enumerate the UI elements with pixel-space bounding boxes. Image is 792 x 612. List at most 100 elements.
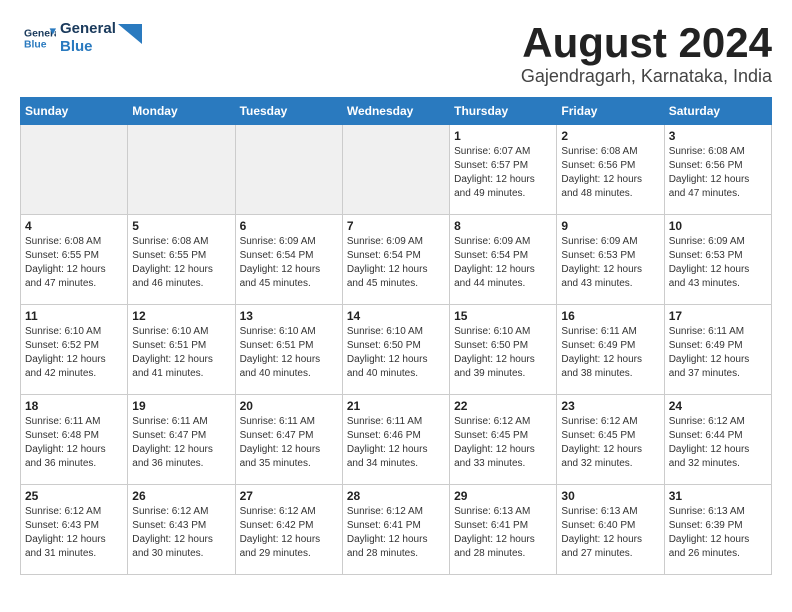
- day-number: 6: [240, 219, 338, 233]
- weekday-header-friday: Friday: [557, 98, 664, 125]
- calendar-cell: 12 Sunrise: 6:10 AMSunset: 6:51 PMDayligh…: [128, 305, 235, 395]
- day-number: 25: [25, 489, 123, 503]
- calendar-cell: 17Sunrise: 6:11 AMSunset: 6:49 PMDayligh…: [664, 305, 771, 395]
- weekday-header-wednesday: Wednesday: [342, 98, 449, 125]
- day-info: Sunrise: 6:09 AMSunset: 6:54 PMDaylight:…: [454, 235, 552, 291]
- day-number: 12: [132, 309, 230, 323]
- day-info: Sunrise: 6:12 AMSunset: 6:41 PMDaylight:…: [347, 505, 445, 561]
- weekday-header-tuesday: Tuesday: [235, 98, 342, 125]
- day-info: Sunrise: 6:12 AMSunset: 6:45 PMDaylight:…: [561, 415, 659, 471]
- location-title: Gajendragarh, Karnataka, India: [521, 66, 772, 87]
- day-number: 10: [669, 219, 767, 233]
- calendar-cell: 20 Sunrise: 6:11 AMSunset: 6:47 PMDayligh…: [235, 395, 342, 485]
- day-info: Sunrise: 6:08 AMSunset: 6:56 PMDaylight:…: [561, 145, 659, 201]
- day-number: 22: [454, 399, 552, 413]
- calendar-header: SundayMondayTuesdayWednesdayThursdayFrid…: [21, 98, 772, 125]
- day-number: 30: [561, 489, 659, 503]
- calendar-cell: 14 Sunrise: 6:10 AMSunset: 6:50 PMDayligh…: [342, 305, 449, 395]
- day-number: 15: [454, 309, 552, 323]
- calendar-cell: [128, 125, 235, 215]
- day-number: 13: [240, 309, 338, 323]
- day-number: 3: [669, 129, 767, 143]
- day-info: Sunrise: 6:10 AMSunset: 6:51 PMDaylight:…: [132, 325, 230, 381]
- day-info: Sunrise: 6:09 AMSunset: 6:53 PMDaylight:…: [669, 235, 767, 291]
- day-info: Sunrise: 6:13 AMSunset: 6:39 PMDaylight:…: [669, 505, 767, 561]
- calendar-cell: 11 Sunrise: 6:10 AMSunset: 6:52 PMDayligh…: [21, 305, 128, 395]
- day-info: Sunrise: 6:11 AMSunset: 6:49 PMDaylight:…: [561, 325, 659, 381]
- day-number: 27: [240, 489, 338, 503]
- calendar-cell: 16Sunrise: 6:11 AMSunset: 6:49 PMDayligh…: [557, 305, 664, 395]
- calendar-cell: [21, 125, 128, 215]
- day-number: 17: [669, 309, 767, 323]
- calendar-table: SundayMondayTuesdayWednesdayThursdayFrid…: [20, 97, 772, 575]
- day-number: 18: [25, 399, 123, 413]
- calendar-week-row: 1 Sunrise: 6:07 AMSunset: 6:57 PMDaylight…: [21, 125, 772, 215]
- day-info: Sunrise: 6:12 AMSunset: 6:43 PMDaylight:…: [25, 505, 123, 561]
- calendar-cell: 5 Sunrise: 6:08 AMSunset: 6:55 PMDaylight…: [128, 215, 235, 305]
- calendar-cell: 10 Sunrise: 6:09 AMSunset: 6:53 PMDayligh…: [664, 215, 771, 305]
- day-number: 20: [240, 399, 338, 413]
- svg-text:Blue: Blue: [24, 40, 47, 51]
- calendar-cell: [235, 125, 342, 215]
- day-info: Sunrise: 6:09 AMSunset: 6:53 PMDaylight:…: [561, 235, 659, 291]
- day-number: 31: [669, 489, 767, 503]
- day-info: Sunrise: 6:10 AMSunset: 6:52 PMDaylight:…: [25, 325, 123, 381]
- day-number: 1: [454, 129, 552, 143]
- calendar-cell: 2 Sunrise: 6:08 AMSunset: 6:56 PMDaylight…: [557, 125, 664, 215]
- day-number: 2: [561, 129, 659, 143]
- calendar-week-row: 11 Sunrise: 6:10 AMSunset: 6:52 PMDayligh…: [21, 305, 772, 395]
- logo-icon: General Blue: [24, 22, 56, 54]
- day-info: Sunrise: 6:10 AMSunset: 6:50 PMDaylight:…: [454, 325, 552, 381]
- calendar-cell: [342, 125, 449, 215]
- calendar-cell: 25 Sunrise: 6:12 AMSunset: 6:43 PMDayligh…: [21, 485, 128, 575]
- day-number: 23: [561, 399, 659, 413]
- logo: General Blue General Blue: [20, 20, 142, 56]
- day-number: 14: [347, 309, 445, 323]
- calendar-cell: 3 Sunrise: 6:08 AMSunset: 6:56 PMDaylight…: [664, 125, 771, 215]
- day-info: Sunrise: 6:07 AMSunset: 6:57 PMDaylight:…: [454, 145, 552, 201]
- day-number: 19: [132, 399, 230, 413]
- day-info: Sunrise: 6:10 AMSunset: 6:51 PMDaylight:…: [240, 325, 338, 381]
- day-info: Sunrise: 6:08 AMSunset: 6:55 PMDaylight:…: [25, 235, 123, 291]
- day-info: Sunrise: 6:08 AMSunset: 6:55 PMDaylight:…: [132, 235, 230, 291]
- day-info: Sunrise: 6:11 AMSunset: 6:48 PMDaylight:…: [25, 415, 123, 471]
- day-info: Sunrise: 6:13 AMSunset: 6:40 PMDaylight:…: [561, 505, 659, 561]
- calendar-cell: 30 Sunrise: 6:13 AMSunset: 6:40 PMDayligh…: [557, 485, 664, 575]
- calendar-cell: 6Sunrise: 6:09 AMSunset: 6:54 PMDaylight…: [235, 215, 342, 305]
- day-number: 4: [25, 219, 123, 233]
- calendar-cell: 9Sunrise: 6:09 AMSunset: 6:53 PMDaylight…: [557, 215, 664, 305]
- weekday-header-saturday: Saturday: [664, 98, 771, 125]
- calendar-cell: 21Sunrise: 6:11 AMSunset: 6:46 PMDayligh…: [342, 395, 449, 485]
- day-info: Sunrise: 6:12 AMSunset: 6:45 PMDaylight:…: [454, 415, 552, 471]
- weekday-header-thursday: Thursday: [450, 98, 557, 125]
- calendar-week-row: 25 Sunrise: 6:12 AMSunset: 6:43 PMDayligh…: [21, 485, 772, 575]
- page-header: General Blue General Blue August 2024 Ga…: [20, 20, 772, 87]
- calendar-cell: 23 Sunrise: 6:12 AMSunset: 6:45 PMDayligh…: [557, 395, 664, 485]
- day-number: 8: [454, 219, 552, 233]
- logo-chevron-icon: [118, 24, 142, 44]
- calendar-cell: 27Sunrise: 6:12 AMSunset: 6:42 PMDayligh…: [235, 485, 342, 575]
- day-number: 28: [347, 489, 445, 503]
- calendar-cell: 29Sunrise: 6:13 AMSunset: 6:41 PMDayligh…: [450, 485, 557, 575]
- calendar-week-row: 4 Sunrise: 6:08 AMSunset: 6:55 PMDaylight…: [21, 215, 772, 305]
- day-number: 24: [669, 399, 767, 413]
- day-number: 29: [454, 489, 552, 503]
- day-info: Sunrise: 6:10 AMSunset: 6:50 PMDaylight:…: [347, 325, 445, 381]
- calendar-cell: 13 Sunrise: 6:10 AMSunset: 6:51 PMDayligh…: [235, 305, 342, 395]
- day-info: Sunrise: 6:11 AMSunset: 6:47 PMDaylight:…: [132, 415, 230, 471]
- day-number: 5: [132, 219, 230, 233]
- calendar-cell: 1 Sunrise: 6:07 AMSunset: 6:57 PMDaylight…: [450, 125, 557, 215]
- day-number: 7: [347, 219, 445, 233]
- calendar-week-row: 18 Sunrise: 6:11 AMSunset: 6:48 PMDayligh…: [21, 395, 772, 485]
- title-section: August 2024 Gajendragarh, Karnataka, Ind…: [521, 20, 772, 87]
- day-info: Sunrise: 6:09 AMSunset: 6:54 PMDaylight:…: [347, 235, 445, 291]
- day-number: 21: [347, 399, 445, 413]
- logo-text: General Blue: [60, 20, 116, 56]
- calendar-cell: 4 Sunrise: 6:08 AMSunset: 6:55 PMDaylight…: [21, 215, 128, 305]
- day-number: 26: [132, 489, 230, 503]
- day-info: Sunrise: 6:08 AMSunset: 6:56 PMDaylight:…: [669, 145, 767, 201]
- day-info: Sunrise: 6:11 AMSunset: 6:47 PMDaylight:…: [240, 415, 338, 471]
- day-info: Sunrise: 6:12 AMSunset: 6:44 PMDaylight:…: [669, 415, 767, 471]
- day-number: 11: [25, 309, 123, 323]
- calendar-cell: 18 Sunrise: 6:11 AMSunset: 6:48 PMDayligh…: [21, 395, 128, 485]
